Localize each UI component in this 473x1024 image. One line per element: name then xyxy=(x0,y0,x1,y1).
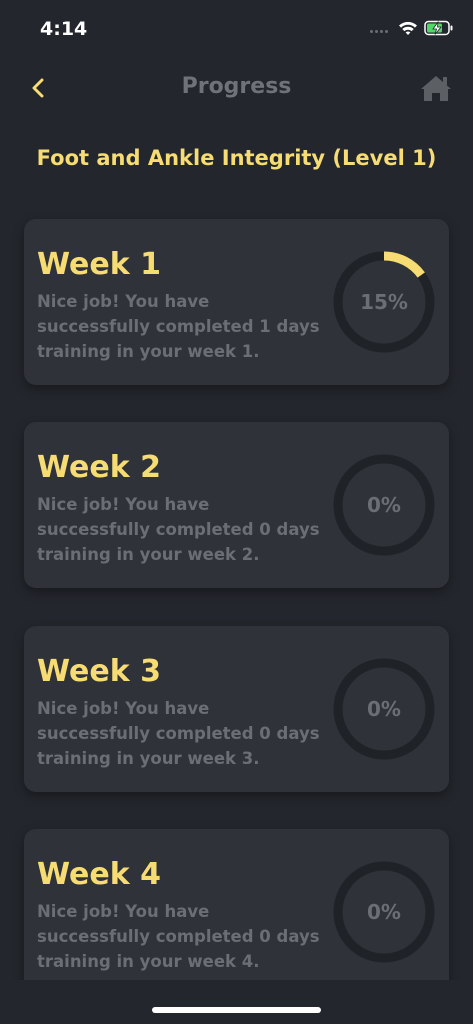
week-card[interactable]: Week 3 Nice job! You have successfully co… xyxy=(24,626,449,792)
cellular-dots-icon xyxy=(370,30,388,33)
status-time: 4:14 xyxy=(40,18,88,40)
week-message: Nice job! You have successfully complete… xyxy=(37,292,320,361)
progress-ring: 15% xyxy=(332,250,436,354)
progress-percent: 0% xyxy=(367,900,401,924)
week-label: Week 4 xyxy=(37,857,161,892)
week-card[interactable]: Week 1 Nice job! You have successfully co… xyxy=(24,219,449,385)
progress-percent: 0% xyxy=(367,697,401,721)
week-message: Nice job! You have successfully complete… xyxy=(37,902,320,971)
week-message: Nice job! You have successfully complete… xyxy=(37,495,320,564)
week-message: Nice job! You have successfully complete… xyxy=(37,699,320,768)
page-title: Progress xyxy=(181,74,292,99)
week-card[interactable]: Week 2 Nice job! You have successfully co… xyxy=(24,422,449,588)
week-label: Week 1 xyxy=(37,247,161,282)
program-title: Foot and Ankle Integrity (Level 1) xyxy=(36,146,437,170)
progress-percent: 0% xyxy=(367,493,401,517)
progress-screen: 4:14 Progress Foot and Ankle Integrity (… xyxy=(0,0,473,1024)
status-bar: 4:14 xyxy=(0,0,473,56)
battery-charging-icon xyxy=(424,20,453,36)
home-button[interactable] xyxy=(418,72,454,104)
week-card[interactable]: Week 4 Nice job! You have successfully co… xyxy=(24,829,449,995)
bottom-safe-area xyxy=(0,980,473,1024)
progress-ring: 0% xyxy=(332,657,436,761)
home-indicator[interactable] xyxy=(152,1007,321,1013)
nav-bar: Progress xyxy=(0,58,473,118)
home-icon xyxy=(421,76,451,101)
progress-percent: 15% xyxy=(360,290,408,314)
progress-ring: 0% xyxy=(332,860,436,964)
week-label: Week 3 xyxy=(37,654,161,689)
progress-ring: 0% xyxy=(332,453,436,557)
wifi-icon xyxy=(399,21,417,35)
week-label: Week 2 xyxy=(37,450,161,485)
